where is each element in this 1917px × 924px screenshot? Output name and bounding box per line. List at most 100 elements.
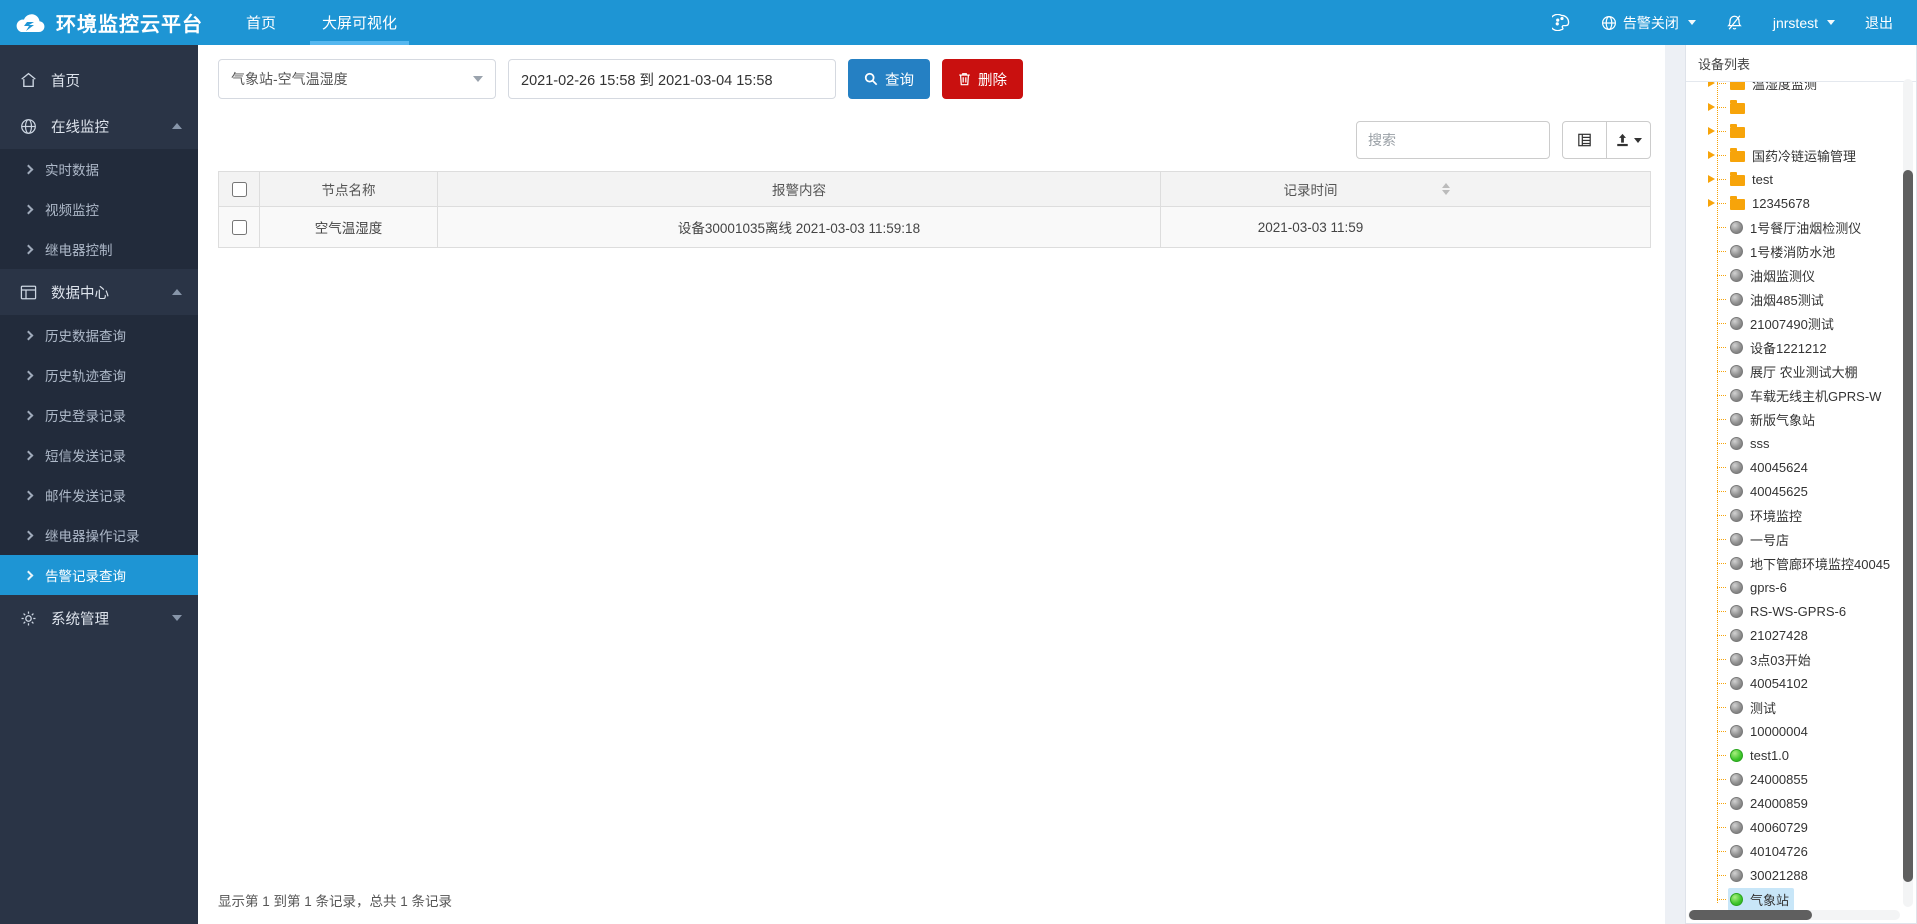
tree-device-row[interactable]: 40045624 xyxy=(1694,455,1902,479)
tree-node-wrapper[interactable]: 21007490测试 xyxy=(1728,312,1839,335)
tree-device-row[interactable]: 1号餐厅油烟检测仪 xyxy=(1694,215,1902,239)
tree-folder-row[interactable]: test xyxy=(1694,167,1902,191)
tree-node-wrapper[interactable]: 40060729 xyxy=(1728,818,1813,837)
bell-muted-icon[interactable] xyxy=(1726,14,1743,31)
tree-node-wrapper[interactable]: test1.0 xyxy=(1728,746,1794,765)
sort-icon[interactable] xyxy=(1442,183,1450,195)
tree-device-row[interactable]: RS-WS-GPRS-6 xyxy=(1694,599,1902,623)
tree-node-wrapper[interactable]: 国药冷链运输管理 xyxy=(1728,144,1861,167)
horizontal-scrollbar[interactable] xyxy=(1688,910,1900,920)
sidebar-subitem[interactable]: 历史登录记录 xyxy=(0,395,198,435)
tree-folder-row[interactable]: 12345678 xyxy=(1694,191,1902,215)
search-input[interactable] xyxy=(1356,121,1550,159)
alarm-toggle-dropdown[interactable]: 告警关闭 xyxy=(1601,13,1696,33)
tree-device-row[interactable]: 24000859 xyxy=(1694,791,1902,815)
tree-node-wrapper[interactable]: 车载无线主机GPRS-W xyxy=(1728,384,1886,407)
tree-device-row[interactable]: 40045625 xyxy=(1694,479,1902,503)
expand-arrow-icon[interactable] xyxy=(1708,126,1715,135)
sidebar-subitem[interactable]: 继电器操作记录 xyxy=(0,515,198,555)
tree-device-row[interactable]: 气象站 xyxy=(1694,887,1902,911)
nav-item-home[interactable]: 首页 xyxy=(223,0,299,45)
tree-node-wrapper[interactable]: 30021288 xyxy=(1728,866,1813,885)
tree-folder-row[interactable]: 温湿度监测 xyxy=(1694,82,1902,95)
tree-node-wrapper[interactable]: 10000004 xyxy=(1728,722,1813,741)
tree-device-row[interactable]: 展厅 农业测试大棚 xyxy=(1694,359,1902,383)
tree-node-wrapper[interactable]: 温湿度监测 xyxy=(1728,82,1822,95)
tree-device-row[interactable]: 21027428 xyxy=(1694,623,1902,647)
tree-device-row[interactable]: 地下管廊环境监控40045 xyxy=(1694,551,1902,575)
tree-device-row[interactable]: 21007490测试 xyxy=(1694,311,1902,335)
sidebar-group-data-center[interactable]: 数据中心 xyxy=(0,269,198,315)
date-range-input[interactable] xyxy=(508,59,836,99)
tree-node-wrapper[interactable]: RS-WS-GPRS-6 xyxy=(1728,602,1851,621)
query-button[interactable]: 查询 xyxy=(848,59,930,99)
expand-arrow-icon[interactable] xyxy=(1708,198,1715,207)
nav-item-bigscreen[interactable]: 大屏可视化 xyxy=(299,0,420,45)
tree-node-wrapper[interactable]: 24000859 xyxy=(1728,794,1813,813)
row-checkbox[interactable] xyxy=(231,219,247,235)
tree-device-row[interactable]: sss xyxy=(1694,431,1902,455)
sidebar-subitem[interactable]: 告警记录查询 xyxy=(0,555,198,595)
tree-device-row[interactable]: 环境监控 xyxy=(1694,503,1902,527)
tree-node-wrapper[interactable]: 气象站 xyxy=(1728,887,1795,911)
scrollbar-thumb[interactable] xyxy=(1689,910,1812,920)
sidebar-subitem[interactable]: 继电器控制 xyxy=(0,229,198,269)
tree-node-wrapper[interactable]: 40045624 xyxy=(1728,458,1813,477)
tree-node-wrapper[interactable]: 一号店 xyxy=(1728,528,1794,551)
sidebar-group-system-admin[interactable]: 系统管理 xyxy=(0,595,198,641)
tree-node-wrapper[interactable]: test xyxy=(1728,170,1778,189)
tree-node-wrapper[interactable]: 24000855 xyxy=(1728,770,1813,789)
tree-node-wrapper[interactable]: 40054102 xyxy=(1728,674,1813,693)
tree-node-wrapper[interactable]: 40045625 xyxy=(1728,482,1813,501)
expand-arrow-icon[interactable] xyxy=(1708,174,1715,183)
tree-device-row[interactable]: 一号店 xyxy=(1694,527,1902,551)
tree-node-wrapper[interactable]: 设备1221212 xyxy=(1728,336,1832,359)
tree-node-wrapper[interactable]: 1号楼消防水池 xyxy=(1728,240,1840,263)
delete-button[interactable]: 删除 xyxy=(942,59,1023,99)
tree-device-row[interactable]: 30021288 xyxy=(1694,863,1902,887)
tree-node-wrapper[interactable]: 展厅 农业测试大棚 xyxy=(1728,360,1863,383)
tree-folder-row[interactable]: 国药冷链运输管理 xyxy=(1694,143,1902,167)
tree-node-wrapper[interactable]: 油烟监测仪 xyxy=(1728,264,1820,287)
tree-device-row[interactable]: 40104726 xyxy=(1694,839,1902,863)
tree-device-row[interactable]: 10000004 xyxy=(1694,719,1902,743)
col-header-node[interactable]: 节点名称 xyxy=(259,172,437,206)
logout-button[interactable]: 退出 xyxy=(1865,13,1893,33)
expand-arrow-icon[interactable] xyxy=(1708,82,1715,87)
tree-device-row[interactable]: test1.0 xyxy=(1694,743,1902,767)
tree-device-row[interactable]: 40054102 xyxy=(1694,671,1902,695)
tree-node-wrapper[interactable]: 地下管廊环境监控40045 xyxy=(1728,552,1895,575)
scrollbar-thumb[interactable] xyxy=(1903,170,1913,883)
col-header-content[interactable]: 报警内容 xyxy=(437,172,1160,206)
columns-toggle-button[interactable] xyxy=(1562,121,1607,159)
tree-device-row[interactable]: 车载无线主机GPRS-W xyxy=(1694,383,1902,407)
tree-device-row[interactable]: 40060729 xyxy=(1694,815,1902,839)
sidebar-item-home[interactable]: 首页 xyxy=(0,57,198,103)
user-menu[interactable]: jnrstest xyxy=(1773,15,1835,31)
tree-node-wrapper[interactable]: 3点03开始 xyxy=(1728,648,1816,671)
node-select[interactable]: 气象站-空气温湿度 xyxy=(218,59,496,99)
vertical-scrollbar[interactable] xyxy=(1903,79,1913,907)
tree-device-row[interactable]: 油烟监测仪 xyxy=(1694,263,1902,287)
sidebar-subitem[interactable]: 历史轨迹查询 xyxy=(0,355,198,395)
tree-node-wrapper[interactable]: 测试 xyxy=(1728,696,1781,719)
tree-device-row[interactable]: 设备1221212 xyxy=(1694,335,1902,359)
col-header-time[interactable]: 记录时间 xyxy=(1160,172,1460,206)
sidebar-subitem[interactable]: 邮件发送记录 xyxy=(0,475,198,515)
tree-node-wrapper[interactable]: 12345678 xyxy=(1728,194,1815,213)
tree-node-wrapper[interactable]: 环境监控 xyxy=(1728,504,1807,527)
tree-device-row[interactable]: 油烟485测试 xyxy=(1694,287,1902,311)
tree-node-wrapper[interactable]: 新版气象站 xyxy=(1728,408,1820,431)
tree-node-wrapper[interactable]: 21027428 xyxy=(1728,626,1813,645)
tree-device-row[interactable]: 24000855 xyxy=(1694,767,1902,791)
tree-node-wrapper[interactable]: 40104726 xyxy=(1728,842,1813,861)
sidebar-subitem[interactable]: 实时数据 xyxy=(0,149,198,189)
tree-node-wrapper[interactable]: sss xyxy=(1728,434,1775,453)
tree-device-row[interactable]: 测试 xyxy=(1694,695,1902,719)
theme-palette-icon[interactable] xyxy=(1551,14,1571,31)
sidebar-subitem[interactable]: 短信发送记录 xyxy=(0,435,198,475)
select-all-checkbox[interactable] xyxy=(231,181,247,197)
sidebar-group-online-monitor[interactable]: 在线监控 xyxy=(0,103,198,149)
sidebar-subitem[interactable]: 视频监控 xyxy=(0,189,198,229)
expand-arrow-icon[interactable] xyxy=(1708,150,1715,159)
